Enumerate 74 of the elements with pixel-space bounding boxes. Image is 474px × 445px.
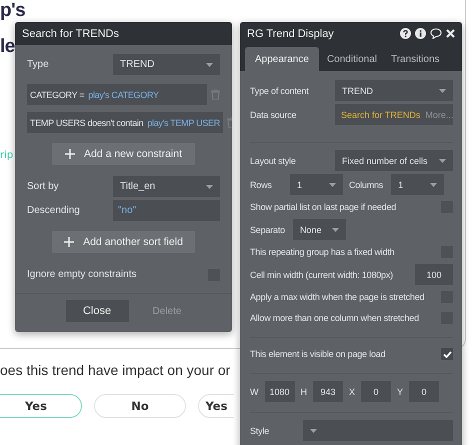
number-field[interactable]: 1080 xyxy=(264,381,295,402)
descending-field[interactable]: "no" xyxy=(113,200,220,221)
constraint-field[interactable]: CATEGORY = play's CATEGORY xyxy=(27,84,207,105)
close-icon xyxy=(446,29,455,38)
caret-icon xyxy=(430,182,438,186)
field-label: Layout style xyxy=(250,156,297,166)
separator-dropdown[interactable]: None xyxy=(292,219,346,240)
field-label: Y xyxy=(397,386,404,396)
caret-icon xyxy=(439,158,446,162)
number-field[interactable]: 0 xyxy=(361,381,392,402)
panel-tab[interactable]: Transitions xyxy=(384,47,446,71)
field-label: Type xyxy=(27,59,50,70)
help-icon xyxy=(400,28,411,39)
columns-dropdown[interactable]: 1 xyxy=(391,174,444,195)
constraint-value[interactable]: play's CATEGORY xyxy=(88,90,159,100)
close-button[interactable]: Close xyxy=(66,300,129,322)
heading-text: le xyxy=(0,36,15,58)
add-sort-button[interactable]: Add another sort field xyxy=(52,231,195,253)
constraint-text: CATEGORY = xyxy=(30,90,84,100)
add-constraint-button[interactable]: Add a new constraint xyxy=(52,143,195,165)
caret-icon xyxy=(439,88,446,92)
plus-icon xyxy=(64,237,74,247)
answer-button[interactable]: Yes xyxy=(0,394,82,418)
field-label: Descending xyxy=(27,205,81,216)
constraint-text: TEMP USERS doesn't contain xyxy=(30,118,144,128)
answer-button[interactable]: No xyxy=(94,394,186,418)
field-label: Sort by xyxy=(27,181,60,192)
panel-title: Search for TRENDs xyxy=(22,28,119,40)
dropdown[interactable]: TREND xyxy=(335,80,453,101)
number-field[interactable]: 943 xyxy=(313,381,344,402)
field-label: Rows xyxy=(250,180,273,190)
caret-icon xyxy=(329,182,336,186)
caret-icon xyxy=(206,184,213,188)
field-label: Data source xyxy=(250,110,298,120)
data-source-value[interactable]: Search for TRENDs xyxy=(341,110,420,120)
field-label: Separato xyxy=(250,224,285,234)
constraint-value[interactable]: play's TEMP USER xyxy=(147,118,220,128)
field-label: Show partial list on last page if needed xyxy=(250,202,398,212)
field-label: Allow more than one column when stretched xyxy=(250,313,420,323)
heading-text: p's xyxy=(0,0,26,22)
rows-dropdown[interactable]: 1 xyxy=(290,174,343,195)
field-label: This element is visible on page load xyxy=(250,349,386,359)
caret-icon xyxy=(332,228,339,232)
caret-icon xyxy=(206,62,213,66)
number-field[interactable]: 100 xyxy=(415,264,453,285)
panel-tab[interactable]: Appearance xyxy=(245,47,319,71)
info-icon xyxy=(415,28,426,39)
panel-title: RG Trend Display xyxy=(247,28,334,40)
panel-tab[interactable]: Conditional xyxy=(320,47,383,71)
plus-icon xyxy=(64,149,75,159)
field-label: Style xyxy=(250,426,270,436)
field-label: Cell min width (current width: 1080px) xyxy=(250,270,394,280)
field-label: Type of content xyxy=(250,86,310,96)
field-label: Ignore empty constraints xyxy=(27,269,138,280)
field-label: H xyxy=(300,386,308,396)
field-label: Columns xyxy=(349,180,384,190)
data-source-field[interactable]: Search for TRENDs More... xyxy=(335,104,453,125)
comment-icon xyxy=(430,28,442,39)
number-field[interactable]: 0 xyxy=(409,381,440,402)
constraint-field[interactable]: TEMP USERS doesn't contain play's TEMP USER xyxy=(27,112,223,133)
question-text: oes this trend have impact on your or xyxy=(0,362,230,378)
dropdown[interactable] xyxy=(303,420,453,441)
check-icon xyxy=(442,350,452,358)
field-label: X xyxy=(349,386,356,396)
answer-button[interactable]: Yes xyxy=(198,394,234,418)
checkbox[interactable] xyxy=(441,348,453,360)
sort-dropdown[interactable]: Title_en xyxy=(113,176,220,197)
field-label: Apply a max width when the page is stretched xyxy=(250,292,426,302)
dropdown[interactable]: Fixed number of cells xyxy=(335,150,453,171)
field-label: This repeating group has a fixed width xyxy=(250,247,396,257)
caret-icon xyxy=(310,428,317,432)
trash-icon xyxy=(211,89,220,100)
type-dropdown[interactable]: TREND xyxy=(113,54,220,75)
field-label: W xyxy=(250,386,258,396)
